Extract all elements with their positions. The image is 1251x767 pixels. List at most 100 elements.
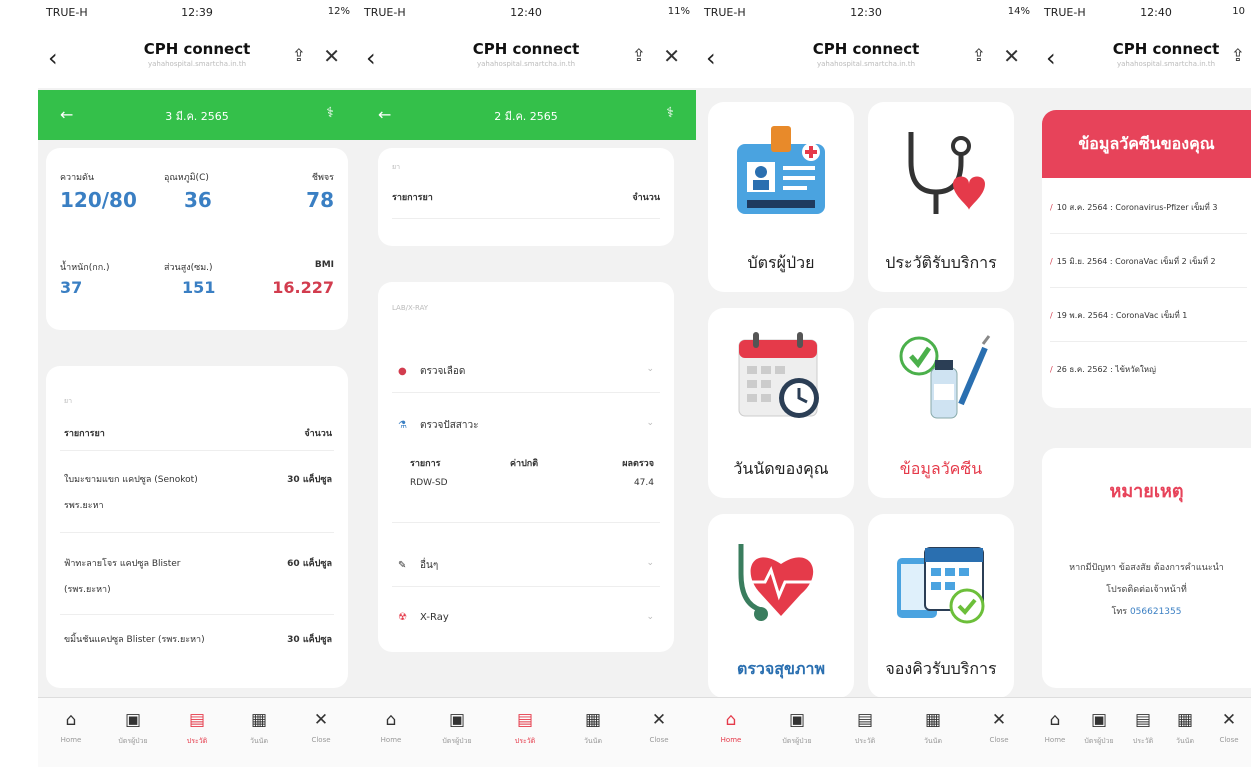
note-card: หมายเหตุ หากมีปัญหา ข้อสงสัย ต้องการคำแน… bbox=[1042, 448, 1251, 688]
divider bbox=[392, 218, 660, 219]
phone-screen-lab: TRUE-H 12:40 11% ‹ CPH connect yahahospi… bbox=[356, 0, 696, 767]
divider bbox=[392, 392, 660, 393]
note-phone[interactable]: 056621355 bbox=[1130, 607, 1182, 617]
note-title: หมายเหตุ bbox=[1109, 481, 1184, 502]
nav-close[interactable]: ✕ Close bbox=[296, 710, 346, 744]
pulse-label: ชีพจร bbox=[311, 173, 334, 183]
close-icon[interactable]: ✕ bbox=[1003, 44, 1020, 68]
tile-booking[interactable]: จองคิวรับบริการ bbox=[868, 514, 1014, 698]
nav-label: บัตรผู้ป่วย bbox=[442, 737, 472, 745]
vaccine-entry: 10 ส.ค. 2564 : Coronavirus-Pfizer เข็มที… bbox=[1056, 203, 1218, 212]
tile-appointments[interactable]: วันนัดของคุณ bbox=[708, 308, 854, 498]
back-arrow-icon[interactable]: ‹ bbox=[1046, 44, 1056, 72]
close-icon[interactable]: ✕ bbox=[323, 44, 340, 68]
accordion-blood[interactable]: ● ตรวจเลือด ⌄ bbox=[398, 364, 654, 379]
blood-drop-icon: ● bbox=[398, 366, 407, 377]
nav-home[interactable]: ⌂ Home bbox=[366, 710, 416, 744]
nav-label: บัตรผู้ป่วย bbox=[782, 737, 812, 745]
calendar-icon: ▦ bbox=[924, 710, 942, 730]
close-icon[interactable]: ✕ bbox=[663, 44, 680, 68]
divider bbox=[60, 450, 334, 451]
nav-history[interactable]: ▤ ประวัติ bbox=[500, 710, 550, 747]
page-title: CPH connect bbox=[143, 40, 251, 58]
stethoscope-heart-icon bbox=[908, 132, 985, 214]
nav-appointments[interactable]: ▦ วันนัด bbox=[1160, 710, 1210, 747]
clock: 12:40 bbox=[510, 6, 542, 19]
nav-history[interactable]: ▤ ประวัติ bbox=[840, 710, 890, 747]
pulse-value: 78 bbox=[306, 188, 334, 212]
clock: 12:30 bbox=[850, 6, 882, 19]
nav-home[interactable]: ⌂ Home bbox=[706, 710, 756, 744]
share-icon[interactable]: ⇪ bbox=[292, 46, 306, 66]
visit-date: 3 มี.ค. 2565 bbox=[165, 110, 229, 123]
col-qty-header: จำนวน bbox=[304, 429, 332, 439]
card-icon: ▣ bbox=[788, 710, 806, 730]
booking-calendar-icon bbox=[897, 547, 985, 624]
nav-close[interactable]: ✕ Close bbox=[974, 710, 1024, 744]
close-icon: ✕ bbox=[313, 710, 329, 730]
calendar-icon: ▦ bbox=[584, 710, 602, 730]
browser-header: ‹ CPH connect yahahospital.smartcha.in.t… bbox=[696, 38, 1036, 78]
tile-service-history[interactable]: ประวัติรับบริการ bbox=[868, 102, 1014, 292]
list-item[interactable]: /26 ธ.ค. 2562 : ไข้หวัดใหญ่ bbox=[1050, 344, 1247, 396]
vaccine-entry: 26 ธ.ค. 2562 : ไข้หวัดใหญ่ bbox=[1056, 365, 1156, 374]
meds-header: รายการยา จำนวน bbox=[392, 190, 660, 204]
date-bar: ← 3 มี.ค. 2565 ⚕ bbox=[38, 90, 356, 140]
share-icon[interactable]: ⇪ bbox=[972, 46, 986, 66]
tile-health-check[interactable]: ตรวจสุขภาพ bbox=[708, 514, 854, 698]
share-icon[interactable]: ⇪ bbox=[632, 46, 646, 66]
nav-patient-card[interactable]: ▣ บัตรผู้ป่วย bbox=[432, 710, 482, 747]
battery-level: 10 bbox=[1232, 6, 1245, 17]
list-item[interactable]: /19 พ.ค. 2564 : CoronaVac เข็มที่ 1 bbox=[1050, 290, 1247, 342]
status-bar: TRUE-H 12:40 10 bbox=[1036, 6, 1251, 24]
tile-patient-card[interactable]: บัตรผู้ป่วย bbox=[708, 102, 854, 292]
bmi-label: BMI bbox=[314, 260, 334, 270]
status-bar: TRUE-H 12:39 12% bbox=[38, 6, 356, 24]
accordion-label: ตรวจเลือด bbox=[420, 366, 466, 377]
tile-label: บัตรผู้ป่วย bbox=[747, 253, 815, 272]
nav-label: วันนัด bbox=[923, 737, 943, 745]
share-icon[interactable]: ⇪ bbox=[1231, 46, 1245, 66]
nav-appointments[interactable]: ▦ วันนัด bbox=[568, 710, 618, 747]
tile-vaccine-info[interactable]: ข้อมูลวัคซีน bbox=[868, 308, 1014, 498]
nav-appointments[interactable]: ▦ วันนัด bbox=[908, 710, 958, 747]
vaccine-entry: 15 มิ.ย. 2564 : CoronaVac เข็มที่ 2 เข็ม… bbox=[1056, 257, 1216, 266]
bottom-nav: ⌂ Home ▣ บัตรผู้ป่วย ▤ ประวัติ ▦ วันนัด ✕ Clo… bbox=[38, 697, 356, 767]
nav-label: ประวัติ bbox=[514, 737, 536, 745]
list-item: ใบมะขามแขก แคปซูล (Senokot) 30 แค็ปซูล ร… bbox=[64, 472, 332, 512]
tile-label: ประวัติรับบริการ bbox=[885, 253, 997, 272]
stethoscope-icon: ⚕ bbox=[326, 105, 334, 121]
nav-close[interactable]: ✕ Close bbox=[1204, 710, 1251, 744]
nav-history[interactable]: ▤ ประวัติ bbox=[172, 710, 222, 747]
status-bar: TRUE-H 12:40 11% bbox=[356, 6, 696, 24]
top-area: TRUE-H 12:39 12% ‹ CPH connect yahahospi… bbox=[38, 0, 356, 88]
list-item[interactable]: /10 ส.ค. 2564 : Coronavirus-Pfizer เข็มท… bbox=[1050, 182, 1247, 234]
nav-close[interactable]: ✕ Close bbox=[634, 710, 684, 744]
clock: 12:39 bbox=[181, 6, 213, 19]
med-name: ขมิ้นชันแคปซูล Blister (รพร.ยะหา) bbox=[64, 635, 205, 645]
lab-xray-card: LAB/X-RAY ● ตรวจเลือด ⌄ ⚗ ตรวจปัสสาวะ ⌄ รา… bbox=[378, 282, 674, 652]
accordion-urine[interactable]: ⚗ ตรวจปัสสาวะ ⌄ bbox=[398, 418, 654, 433]
accordion-label: ตรวจปัสสาวะ bbox=[420, 420, 479, 431]
nav-patient-card[interactable]: ▣ บัตรผู้ป่วย bbox=[108, 710, 158, 747]
lab-caption: LAB/X-RAY bbox=[392, 304, 429, 312]
nav-label: บัตรผู้ป่วย bbox=[1084, 737, 1114, 745]
nav-patient-card[interactable]: ▣ บัตรผู้ป่วย bbox=[772, 710, 822, 747]
accordion-xray[interactable]: ☢ X-Ray ⌄ bbox=[398, 612, 654, 623]
browser-header: ‹ CPH connect yahahospital.smartcha.in.t… bbox=[38, 38, 356, 78]
nav-patient-card[interactable]: ▣ บัตรผู้ป่วย bbox=[1074, 710, 1124, 747]
top-area: TRUE-H 12:40 10 ‹ CPH connect yahahospit… bbox=[1036, 0, 1251, 88]
nav-appointments[interactable]: ▦ วันนัด bbox=[234, 710, 284, 747]
med-source: รพร.ยะหา bbox=[64, 501, 104, 511]
list-item[interactable]: /15 มิ.ย. 2564 : CoronaVac เข็มที่ 2 เข็… bbox=[1050, 236, 1247, 288]
nav-label: วันนัด bbox=[249, 737, 269, 745]
divider bbox=[392, 522, 660, 523]
chevron-down-icon: ⌄ bbox=[646, 612, 654, 622]
bmi-value: 16.227 bbox=[272, 278, 334, 297]
bp-value: 120/80 bbox=[60, 188, 137, 212]
nav-home[interactable]: ⌂ Home bbox=[46, 710, 96, 744]
carrier-label: TRUE-H bbox=[364, 6, 406, 19]
divider bbox=[392, 586, 660, 587]
phone-screen-home: TRUE-H 12:30 14% ‹ CPH connect yahahospi… bbox=[696, 0, 1036, 767]
accordion-other[interactable]: ✎ อื่นๆ ⌄ bbox=[398, 558, 654, 573]
